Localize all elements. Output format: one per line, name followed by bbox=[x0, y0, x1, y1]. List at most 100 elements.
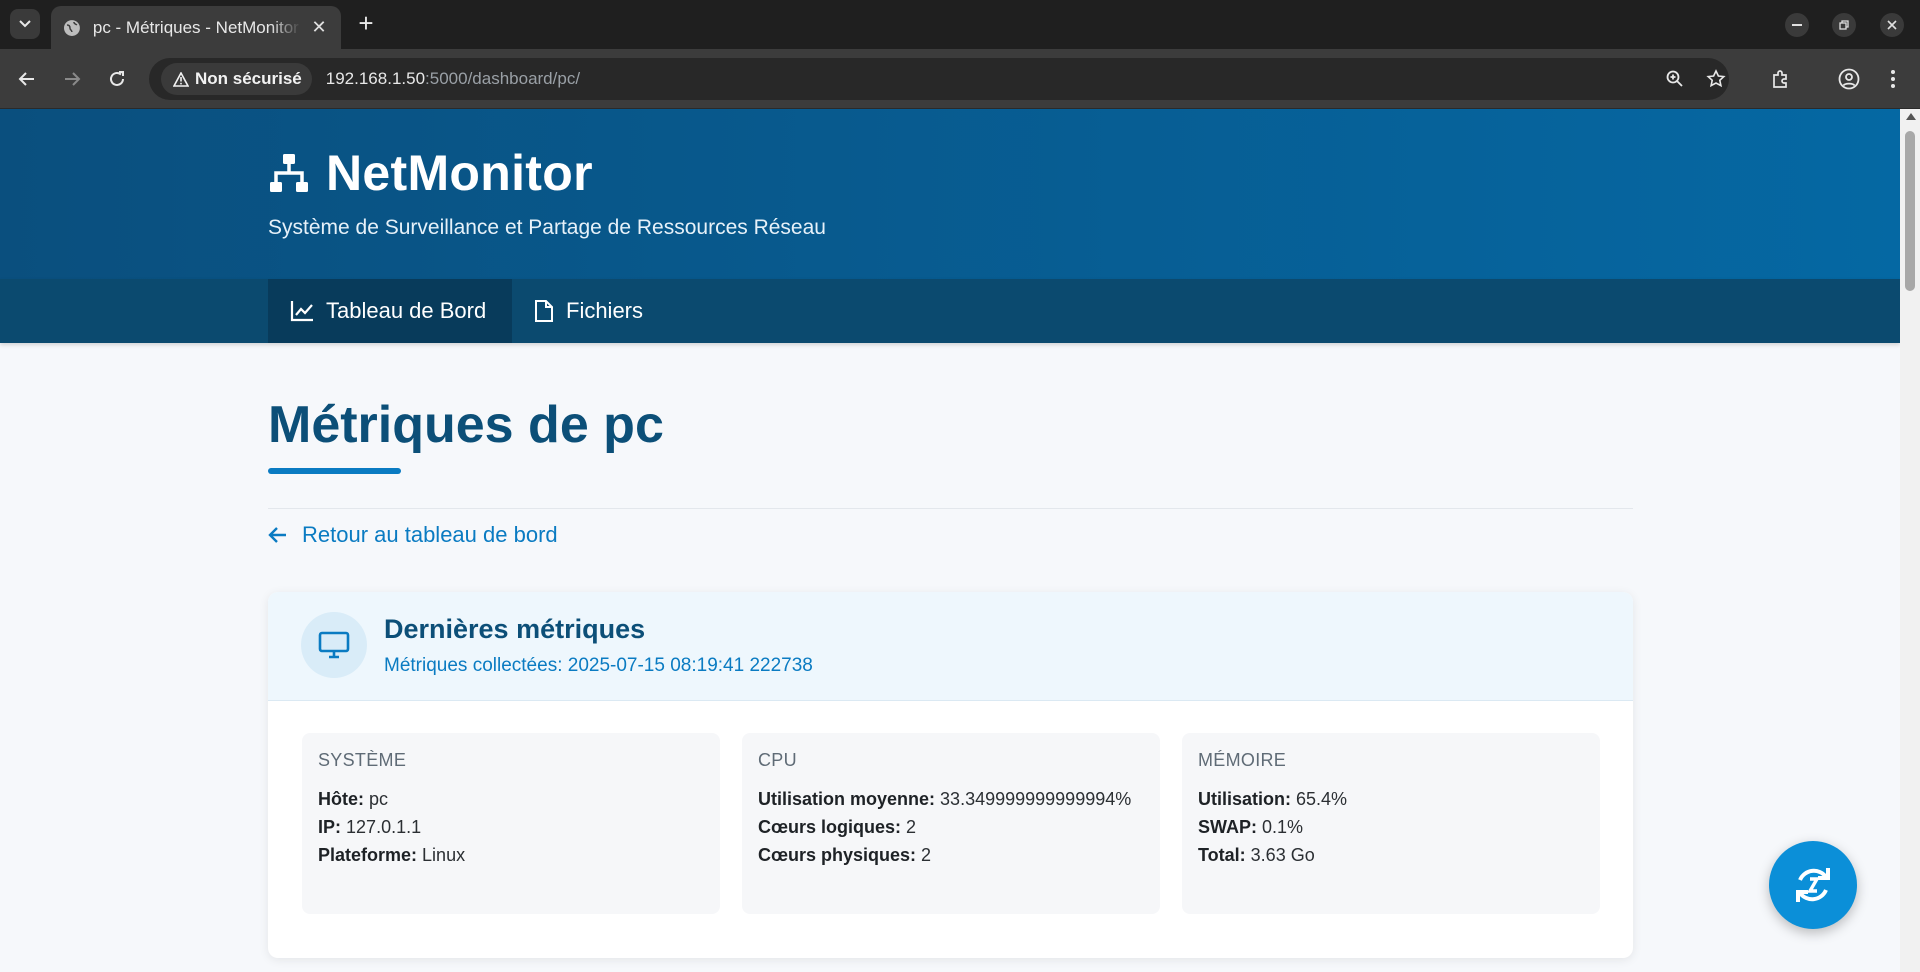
scroll-thumb[interactable] bbox=[1905, 131, 1915, 291]
close-tab-icon[interactable]: ✕ bbox=[309, 17, 329, 38]
page-title: Métriques de pc bbox=[268, 396, 664, 454]
metric-row: Hôte: pc bbox=[318, 785, 704, 813]
nav-item-files[interactable]: Fichiers bbox=[512, 279, 665, 343]
extensions-button[interactable] bbox=[1767, 65, 1795, 93]
panel-title: CPU bbox=[758, 750, 797, 770]
back-button[interactable] bbox=[13, 65, 41, 93]
chart-line-icon bbox=[290, 301, 313, 322]
restore-icon bbox=[1839, 20, 1849, 30]
menu-button[interactable] bbox=[1879, 65, 1907, 93]
panel-title: SYSTÈME bbox=[318, 750, 407, 770]
chevron-down-icon bbox=[19, 20, 31, 28]
zoom-icon bbox=[1666, 70, 1683, 87]
reload-button[interactable] bbox=[103, 65, 131, 93]
main-nav: Tableau de Bord Fichiers bbox=[0, 279, 1900, 343]
metric-label: Plateforme: bbox=[318, 845, 418, 865]
back-to-dashboard-link[interactable]: Retour au tableau de bord bbox=[268, 522, 558, 548]
panel-memory: MÉMOIRE Utilisation: 65.4% SWAP: 0.1% To… bbox=[1182, 733, 1600, 914]
globe-icon bbox=[63, 19, 80, 36]
network-icon bbox=[270, 154, 308, 192]
metric-row: Cœurs logiques: 2 bbox=[758, 813, 1144, 841]
metric-row: Plateforme: Linux bbox=[318, 841, 704, 869]
panel-system: SYSTÈME Hôte: pc IP: 127.0.1.1 Plateform… bbox=[302, 733, 720, 914]
monitor-icon bbox=[318, 631, 350, 659]
panel-title: MÉMOIRE bbox=[1198, 750, 1287, 770]
metric-value: 2 bbox=[921, 845, 932, 865]
bookmark-button[interactable] bbox=[1704, 67, 1728, 91]
arrow-left-icon bbox=[268, 527, 286, 543]
browser-toolbar: Non sécurisé 192.168.1.50:5000/dashboard… bbox=[0, 49, 1920, 109]
metric-value: 65.4% bbox=[1296, 789, 1348, 809]
warning-icon bbox=[173, 71, 189, 87]
forward-button[interactable] bbox=[58, 65, 86, 93]
kebab-menu-icon bbox=[1891, 70, 1895, 88]
tab-title: pc - Métriques - NetMonitor bbox=[92, 17, 299, 37]
metric-row: Utilisation: 65.4% bbox=[1198, 785, 1584, 813]
metric-label: SWAP: bbox=[1198, 817, 1258, 837]
url-host: 192.168.1.50 bbox=[325, 69, 426, 88]
metric-row: IP: 127.0.1.1 bbox=[318, 813, 704, 841]
metrics-card: Dernières métriques Métriques collectées… bbox=[268, 592, 1633, 958]
metric-value: 2 bbox=[906, 817, 917, 837]
metric-value: 3.63 Go bbox=[1250, 845, 1315, 865]
metric-value: 33.349999999999994% bbox=[940, 789, 1132, 809]
profile-icon bbox=[1838, 68, 1860, 90]
metric-label: Cœurs physiques: bbox=[758, 845, 917, 865]
url-path: :5000/dashboard/pc/ bbox=[425, 69, 581, 88]
metric-label: Total: bbox=[1198, 845, 1246, 865]
minimize-icon bbox=[1792, 24, 1802, 26]
metric-row: Cœurs physiques: 2 bbox=[758, 841, 1144, 869]
brand-name: NetMonitor bbox=[326, 145, 593, 201]
browser-tab[interactable]: pc - Métriques - NetMonitor ✕ bbox=[51, 6, 341, 49]
site-header: NetMonitor Système de Surveillance et Pa… bbox=[0, 109, 1900, 279]
nav-item-label: Tableau de Bord bbox=[326, 298, 487, 323]
metric-value: 127.0.1.1 bbox=[346, 817, 422, 837]
metric-label: Utilisation: bbox=[1198, 789, 1291, 809]
security-chip[interactable]: Non sécurisé bbox=[161, 63, 312, 95]
refresh-button[interactable] bbox=[1769, 841, 1857, 929]
divider bbox=[268, 508, 1633, 509]
arrow-right-icon bbox=[65, 72, 81, 86]
metric-value: Linux bbox=[422, 845, 466, 865]
url-text[interactable]: 192.168.1.50:5000/dashboard/pc/ bbox=[326, 69, 580, 89]
panel-cpu: CPU Utilisation moyenne: 33.349999999999… bbox=[742, 733, 1160, 914]
metric-value: pc bbox=[369, 789, 389, 809]
tab-search-button[interactable] bbox=[10, 9, 40, 39]
brand[interactable]: NetMonitor bbox=[268, 144, 593, 202]
nav-item-label: Fichiers bbox=[566, 298, 644, 323]
restore-button[interactable] bbox=[1832, 13, 1856, 37]
arrow-left-icon bbox=[18, 72, 34, 86]
address-bar[interactable]: Non sécurisé 192.168.1.50:5000/dashboard… bbox=[149, 58, 1729, 100]
browser-tab-strip: pc - Métriques - NetMonitor ✕ + bbox=[0, 0, 1920, 49]
metric-value: 0.1% bbox=[1262, 817, 1304, 837]
metric-label: Hôte: bbox=[318, 789, 364, 809]
title-underline bbox=[268, 468, 401, 474]
star-icon bbox=[1706, 69, 1726, 88]
card-title: Dernières métriques bbox=[384, 614, 646, 644]
page-scrollbar[interactable] bbox=[1900, 109, 1920, 972]
reload-icon bbox=[110, 71, 124, 86]
nav-item-dashboard[interactable]: Tableau de Bord bbox=[268, 279, 512, 343]
metric-label: IP: bbox=[318, 817, 342, 837]
new-tab-button[interactable]: + bbox=[353, 10, 379, 37]
site-subtitle: Système de Surveillance et Partage de Re… bbox=[268, 216, 826, 239]
metric-row: Total: 3.63 Go bbox=[1198, 841, 1584, 869]
scroll-up-icon[interactable] bbox=[1906, 113, 1916, 120]
minimize-button[interactable] bbox=[1785, 13, 1809, 37]
close-window-button[interactable] bbox=[1880, 13, 1904, 37]
back-link-label: Retour au tableau de bord bbox=[302, 522, 558, 547]
file-icon bbox=[535, 300, 553, 322]
card-header: Dernières métriques Métriques collectées… bbox=[268, 592, 1633, 701]
collected-at: Métriques collectées: 2025-07-15 08:19:4… bbox=[384, 655, 813, 676]
metric-row: Utilisation moyenne: 33.349999999999994% bbox=[758, 785, 1144, 813]
puzzle-icon bbox=[1773, 70, 1787, 88]
zoom-button[interactable] bbox=[1663, 67, 1687, 91]
refresh-icon bbox=[1796, 868, 1830, 902]
metric-row: SWAP: 0.1% bbox=[1198, 813, 1584, 841]
security-label: Non sécurisé bbox=[195, 69, 302, 88]
profile-button[interactable] bbox=[1835, 65, 1863, 93]
metric-label: Cœurs logiques: bbox=[758, 817, 901, 837]
card-icon-wrap bbox=[301, 612, 367, 678]
close-icon bbox=[1887, 20, 1897, 30]
metric-label: Utilisation moyenne: bbox=[758, 789, 936, 809]
